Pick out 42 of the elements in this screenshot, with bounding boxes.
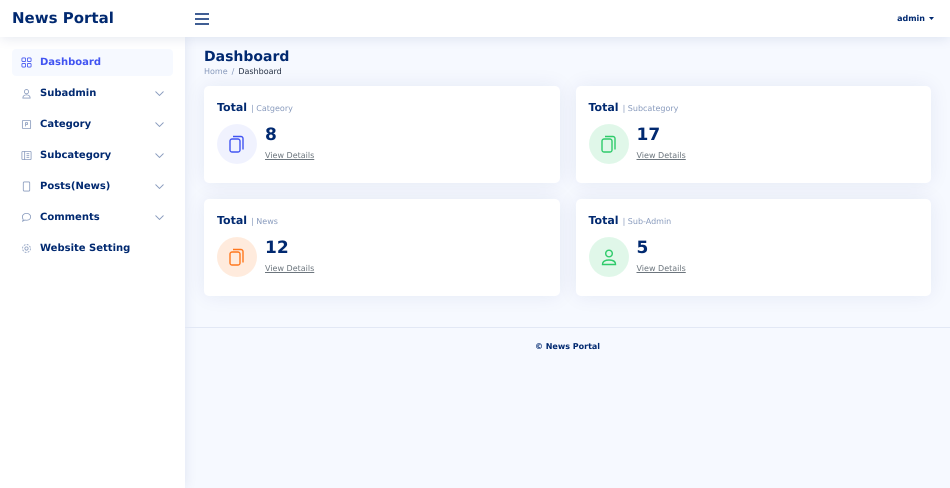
square-icon	[21, 119, 32, 130]
card-title: Total	[217, 100, 248, 114]
brand-title[interactable]: News Portal	[0, 7, 185, 30]
sidebar-item[interactable]: Posts(News)	[12, 173, 173, 200]
caret-icon	[929, 17, 934, 20]
person-icon	[600, 248, 618, 266]
view-details-link[interactable]: View Details	[636, 262, 686, 275]
card-title: Total	[588, 214, 619, 227]
stat-value: 5	[636, 238, 650, 258]
card-subtitle: | News	[251, 216, 278, 226]
pages-icon	[228, 134, 246, 154]
chat-icon	[21, 212, 32, 223]
card-subtitle: | Catgeory	[251, 104, 293, 113]
stat-value: 12	[265, 238, 290, 258]
view-details-link[interactable]: View Details	[265, 150, 314, 162]
user-name[interactable]: admin	[897, 12, 925, 24]
breadcrumb-separator: /	[232, 66, 234, 78]
gear-icon	[21, 243, 32, 254]
breadcrumb-current: Dashboard	[238, 66, 282, 78]
menu-icon[interactable]	[195, 12, 209, 24]
sidebar-item[interactable]: Dashboard	[12, 49, 173, 76]
card-title: Total	[588, 100, 619, 114]
list-icon	[21, 150, 32, 161]
card-title: Total	[217, 214, 248, 227]
view-details-link[interactable]: View Details	[265, 262, 314, 275]
page-icon	[21, 181, 32, 192]
card-subtitle: | Sub-Admin	[622, 216, 672, 226]
person-icon	[21, 88, 32, 99]
pages-icon	[228, 247, 246, 268]
sidebar-item[interactable]: Website Setting	[12, 235, 173, 262]
view-details-link[interactable]: View Details	[636, 150, 686, 162]
sidebar-item[interactable]: Subcategory	[12, 142, 173, 169]
stat-value: 17	[636, 126, 662, 145]
sidebar-item[interactable]: Subadmin	[12, 80, 173, 107]
stat-value: 8	[265, 126, 278, 145]
pages-icon	[600, 134, 618, 154]
page-title: Dashboard	[204, 49, 290, 66]
sidebar-item[interactable]: Comments	[12, 204, 173, 231]
grid-icon	[21, 57, 32, 68]
sidebar-item[interactable]: Category	[12, 111, 173, 138]
footer-text: © News Portal	[534, 342, 600, 351]
card-subtitle: | Subcategory	[622, 104, 678, 113]
